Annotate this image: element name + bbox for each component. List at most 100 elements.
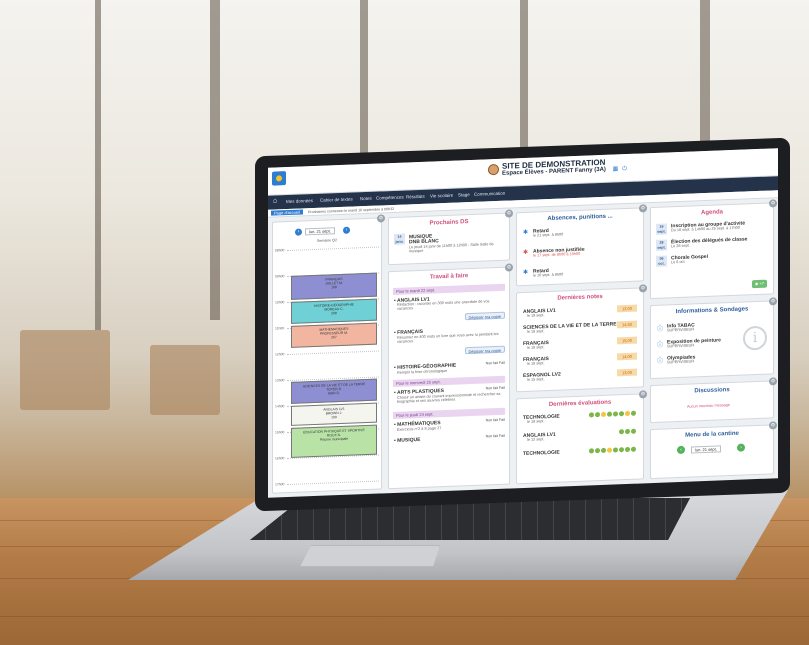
agenda-event-detail: Le 6 oct.	[671, 259, 686, 265]
ds-panel: ⚙ Prochains DS 14 janv. MUSIQUE DNB BLAN…	[388, 209, 513, 266]
nav-communication[interactable]: Communication	[474, 191, 505, 197]
done-toggle[interactable]: Non fait Fait	[486, 386, 505, 391]
window-frame	[210, 0, 220, 320]
canteen-date[interactable]: lun. 21 sept.	[691, 445, 721, 454]
lesson-block[interactable]: ANGLAIS LV1 BROWN J. 109	[291, 402, 377, 426]
nav-mes-donnees[interactable]: Mes données	[286, 198, 313, 204]
nav-resultats[interactable]: Résultats	[406, 194, 425, 200]
evaluation-dot	[589, 448, 594, 454]
nav-cahier-de-textes[interactable]: Cahier de textes	[320, 197, 353, 203]
next-day-button[interactable]: ›	[343, 226, 350, 234]
homework-text: Remplir la frise chronologique	[397, 368, 448, 375]
time-label: 11h00	[275, 326, 285, 331]
info-panel: ⚙ Informations & Sondages ⓘ Info TABAC S…	[650, 297, 777, 380]
lesson-block[interactable]: SCIENCES DE LA VIE ET DE LA TERRE TOYER …	[291, 378, 377, 404]
grade-value[interactable]: 12,00	[617, 304, 637, 313]
app-logo-icon[interactable]	[272, 171, 286, 186]
runner-icon: ✱	[523, 269, 529, 276]
grade-date: le 18 sept.	[527, 361, 545, 366]
absences-title: Absences, punitions ...	[547, 213, 613, 223]
time-label: 12h00	[275, 352, 285, 357]
timetable-date[interactable]: lun. 21 sept.	[305, 227, 335, 236]
gear-icon[interactable]: ⚙	[769, 199, 777, 208]
lesson-block[interactable]: FRANÇAIS JUILLET M. 108	[291, 272, 377, 300]
submit-copy-button[interactable]: Déposer ma copie	[464, 311, 505, 321]
user-avatar[interactable]	[488, 163, 499, 176]
info-title: Informations & Sondages	[675, 306, 749, 316]
window-frame	[360, 0, 368, 160]
connection-info: Prochaines connexion le mardi 10 septemb…	[308, 206, 395, 215]
tab-page-accueil[interactable]: Page d'accueil	[271, 209, 303, 216]
gear-icon[interactable]: ⚙	[639, 204, 647, 213]
time-label: 14h00	[275, 404, 285, 409]
power-icon[interactable]: ⏻	[621, 166, 628, 173]
time-label: 08h00	[275, 248, 285, 253]
done-toggle[interactable]: Non fait Fait	[486, 418, 505, 423]
done-toggle[interactable]: Non fait Fait	[486, 361, 505, 366]
grade-value[interactable]: 13,00	[617, 368, 637, 377]
nav-vie-scolaire[interactable]: Vie scolaire	[430, 193, 453, 199]
window-frame	[520, 0, 528, 150]
evaluation-dot	[607, 447, 612, 453]
discussions-panel: ⚙ Discussions Aucun nouveau message	[650, 377, 777, 424]
grade-value[interactable]: 15,00	[617, 336, 637, 345]
nav-stage[interactable]: Stage	[458, 192, 470, 197]
agenda-date: 28 sept.	[656, 239, 667, 251]
gear-icon[interactable]: ⚙	[769, 421, 777, 430]
info-item-author: SUPERVISEUR	[667, 327, 695, 333]
time-label: 17h00	[275, 482, 285, 487]
grade-date: le 18 sept.	[527, 329, 545, 334]
evaluation-dots[interactable]	[589, 410, 637, 420]
evaluation-dots[interactable]	[619, 428, 637, 437]
prev-day-button[interactable]: ‹	[295, 228, 302, 236]
grade-value[interactable]: 14,50	[617, 320, 637, 329]
settings-icon[interactable]: ▦	[612, 166, 619, 173]
grades-panel: ⚙ Dernières notes ANGLAIS LV1 le 19 sept…	[516, 284, 647, 393]
info-icon: ⓘ	[657, 342, 664, 349]
evaluation-dots[interactable]	[589, 446, 637, 456]
grade-value[interactable]: 14,00	[617, 352, 637, 361]
lesson-block[interactable]: HISTOIRE-GÉOGRAPHIE MOREAU C. 208	[291, 298, 377, 324]
gear-icon[interactable]: ⚙	[377, 214, 385, 223]
next-menu-button[interactable]: ›	[737, 443, 745, 452]
agenda-date: 16 sept.	[656, 223, 667, 235]
evaluation-dot	[613, 447, 618, 453]
timetable-panel: ⚙ ‹ lun. 21 sept. › Semaine Q2 08h00 09h…	[272, 214, 385, 494]
laptop-trackpad	[300, 545, 440, 567]
canteen-title: Menu de la cantine	[685, 430, 739, 439]
evaluation-dot	[619, 411, 624, 417]
evaluation-dot	[619, 447, 624, 453]
homework-title: Travail à faire	[429, 273, 469, 281]
gear-icon[interactable]: ⚙	[639, 390, 647, 399]
gear-icon[interactable]: ⚙	[769, 377, 777, 386]
time-label: 10h00	[275, 300, 285, 305]
discussions-empty: Aucun nouveau message	[687, 403, 730, 409]
grade-date: le 18 sept.	[527, 345, 545, 350]
time-label: 16h00	[275, 456, 285, 461]
nav-competences[interactable]: Compétences	[376, 195, 404, 201]
lesson-block[interactable]: ÉDUCATION PHYSIQUE ET SPORTIVE ROUX N. P…	[291, 424, 377, 458]
gear-icon[interactable]: ⚙	[639, 284, 647, 293]
done-toggle[interactable]: Non fait Fait	[486, 434, 505, 439]
info-icon: ⓘ	[657, 326, 664, 333]
info-icon: ⓘ	[657, 358, 664, 365]
homework-subject: • MUSIQUE	[394, 436, 421, 444]
nav-notes[interactable]: Notes	[360, 196, 372, 201]
runner-icon: ✱	[523, 229, 529, 236]
home-icon[interactable]: ⌂	[273, 197, 277, 204]
grade-date: le 19 sept.	[527, 313, 545, 318]
lesson-block[interactable]: MATHÉMATIQUES PROFESSEUR M. 207	[291, 322, 377, 348]
agenda-more-button[interactable]: ◉ +7	[751, 279, 767, 289]
submit-copy-button[interactable]: Déposer ma copie	[464, 345, 505, 355]
gear-icon[interactable]: ⚙	[505, 209, 513, 218]
prev-menu-button[interactable]: ‹	[677, 445, 685, 455]
evaluation-dot	[601, 447, 606, 454]
evaluation-dot	[607, 411, 612, 417]
gear-icon[interactable]: ⚙	[769, 297, 777, 306]
grade-date: le 15 sept.	[527, 377, 545, 382]
gear-icon[interactable]: ⚙	[505, 263, 513, 272]
agenda-title: Agenda	[700, 209, 723, 217]
grades-title: Dernières notes	[557, 293, 603, 302]
absence-date: le 21 sept. à 8h00	[533, 232, 564, 238]
runner-alert-icon: ✱	[523, 249, 529, 256]
